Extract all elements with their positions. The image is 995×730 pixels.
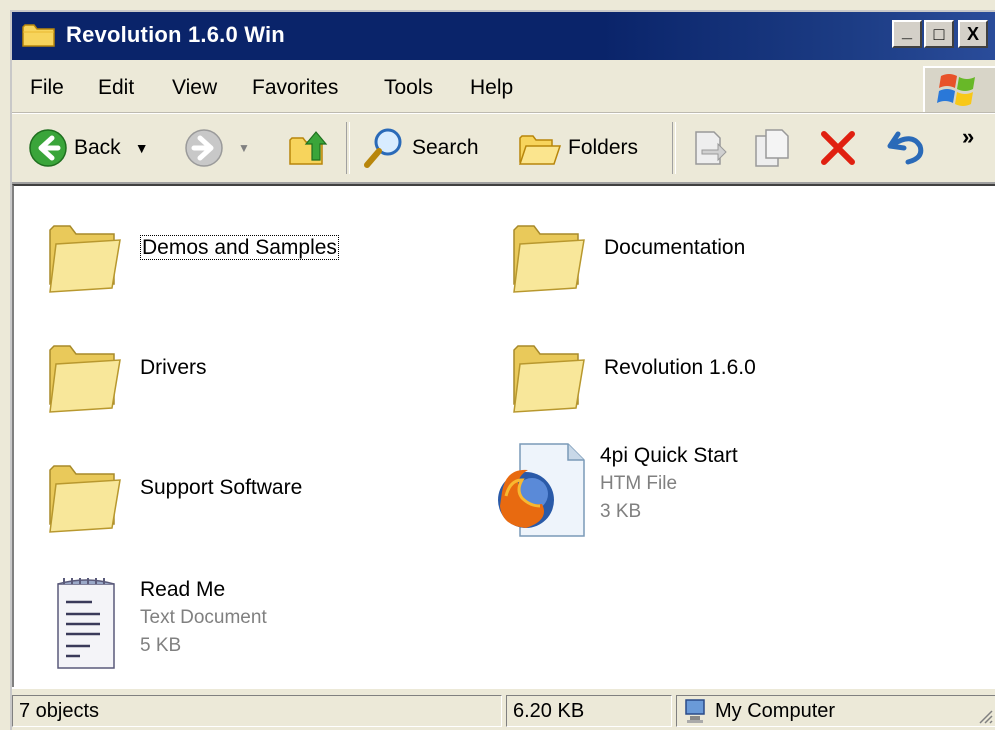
forward-arrow-icon <box>185 129 223 167</box>
back-button[interactable]: Back ▼ <box>28 126 149 170</box>
up-folder-button[interactable] <box>288 126 328 170</box>
menu-file[interactable]: File <box>30 76 64 100</box>
windows-logo <box>923 66 995 112</box>
file-item[interactable]: Documentation <box>506 214 745 294</box>
undo-button[interactable] <box>886 126 930 170</box>
menu-favorites[interactable]: Favorites <box>252 76 338 100</box>
close-icon: X <box>966 23 979 44</box>
status-zone-text: My Computer <box>715 699 836 722</box>
maximize-button[interactable]: □ <box>924 20 954 48</box>
title-bar[interactable]: Revolution 1.6.0 Win _ □ X <box>12 12 995 60</box>
up-folder-icon <box>289 131 328 165</box>
undo-icon <box>887 131 924 165</box>
file-item[interactable]: Support Software <box>42 454 302 534</box>
menu-edit[interactable]: Edit <box>98 76 134 100</box>
delete-button[interactable] <box>818 126 858 170</box>
move-to-button[interactable] <box>688 126 728 170</box>
folder-icon <box>513 345 585 413</box>
status-size-text: 6.20 KB <box>513 699 585 722</box>
file-name: Drivers <box>140 356 207 379</box>
status-object-count-text: 7 objects <box>19 699 100 722</box>
maximize-icon: □ <box>933 23 945 44</box>
file-name: Read Me <box>140 578 226 601</box>
firefox-htm-file-icon <box>498 443 585 537</box>
window-title: Revolution 1.6.0 Win <box>66 22 285 47</box>
minimize-icon: _ <box>901 20 912 41</box>
folder-icon <box>49 225 121 293</box>
resize-grip-icon[interactable] <box>975 706 993 724</box>
file-item[interactable]: 4pi Quick Start HTM File 3 KB <box>492 440 738 540</box>
status-bar: 7 objects 6.20 KB My Computer <box>12 687 995 730</box>
menu-bar: File Edit View Favorites Tools Help <box>12 64 995 113</box>
folder-icon <box>22 24 55 47</box>
notepad-text-icon <box>57 578 115 669</box>
folder-icon <box>49 345 121 413</box>
forward-dropdown-icon[interactable]: ▼ <box>238 141 250 155</box>
windows-flag-icon <box>937 74 975 106</box>
file-list-view[interactable]: Demos and Samples Documentation Drivers <box>12 184 995 687</box>
file-name: Support Software <box>140 476 303 499</box>
menu-view[interactable]: View <box>172 76 217 100</box>
file-type: Text Document <box>140 607 267 628</box>
back-dropdown-icon[interactable]: ▼ <box>135 140 149 156</box>
status-zone: My Computer <box>676 695 995 727</box>
toolbar-separator <box>346 122 350 174</box>
file-size: 3 KB <box>600 501 642 522</box>
forward-button[interactable]: ▼ <box>184 126 250 170</box>
status-object-count: 7 objects <box>12 695 502 727</box>
explorer-window: Revolution 1.6.0 Win _ □ X File Edit Vie… <box>10 10 995 730</box>
toolbar: Back ▼ ▼ Search Folders » <box>12 113 995 184</box>
copy-to-button[interactable] <box>752 126 792 170</box>
folders-icon <box>518 135 562 165</box>
file-size: 5 KB <box>140 635 182 656</box>
search-label: Search <box>412 136 479 159</box>
file-name: Documentation <box>604 236 746 259</box>
copy-to-icon <box>755 129 789 167</box>
move-to-icon <box>695 131 727 165</box>
minimize-button[interactable]: _ <box>892 20 922 48</box>
back-arrow-icon <box>29 129 67 167</box>
close-button[interactable]: X <box>958 20 988 48</box>
search-button[interactable]: Search <box>362 126 479 170</box>
file-name: Revolution 1.6.0 <box>604 356 756 379</box>
folders-label: Folders <box>568 136 639 159</box>
toolbar-more-button[interactable]: » <box>962 124 974 150</box>
menu-tools[interactable]: Tools <box>384 76 433 100</box>
toolbar-separator <box>672 122 676 174</box>
status-total-size: 6.20 KB <box>506 695 672 727</box>
folder-icon <box>513 225 585 293</box>
menu-help[interactable]: Help <box>470 76 513 100</box>
my-computer-icon <box>685 699 705 723</box>
file-item[interactable]: Demos and Samples <box>42 214 339 294</box>
search-icon <box>364 128 402 168</box>
file-item[interactable]: Read Me Text Document 5 KB <box>52 574 267 674</box>
back-label: Back <box>74 136 121 159</box>
file-item[interactable]: Revolution 1.6.0 <box>506 334 756 414</box>
file-type: HTM File <box>600 473 678 494</box>
file-name: Demos and Samples <box>140 235 339 260</box>
folders-button[interactable]: Folders <box>518 126 638 170</box>
folder-icon <box>49 465 121 533</box>
delete-x-icon <box>821 131 855 165</box>
file-item[interactable]: Drivers <box>42 334 207 414</box>
file-name: 4pi Quick Start <box>600 444 738 467</box>
